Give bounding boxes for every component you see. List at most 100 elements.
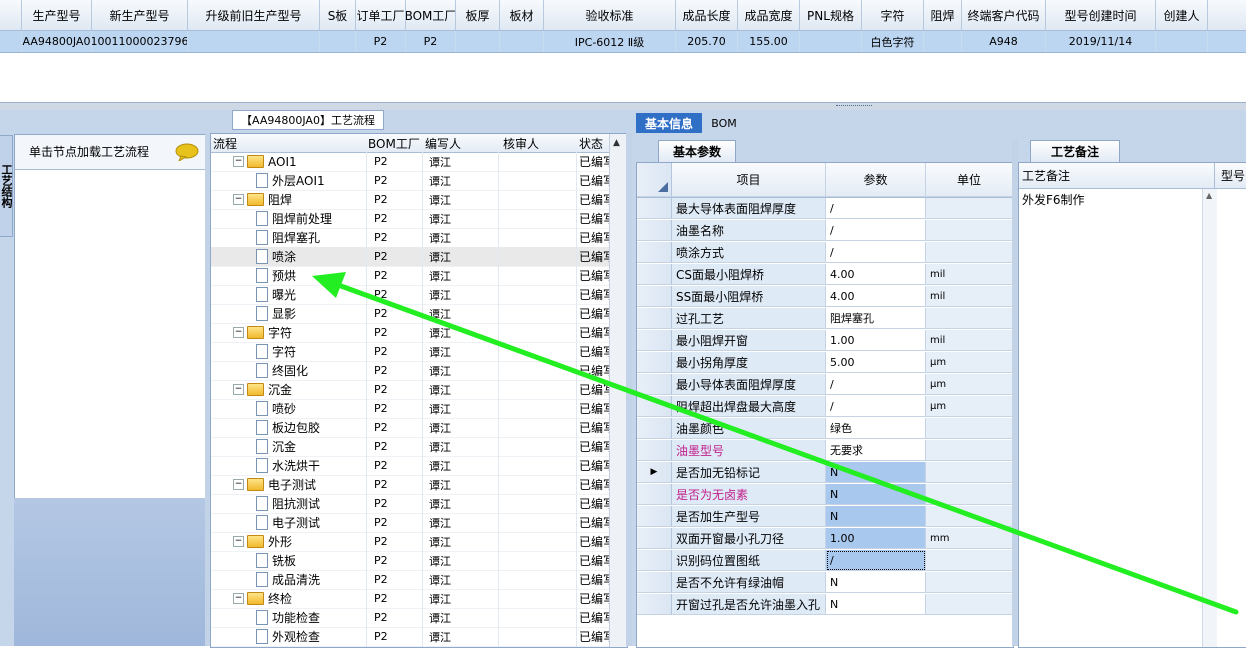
- tree-row[interactable]: 曝光 P2 谭江 已编写: [211, 285, 609, 305]
- tree-node[interactable]: 阻焊塞孔: [256, 228, 361, 247]
- tree-node[interactable]: 显影: [256, 304, 361, 323]
- tree-node[interactable]: − 沉金: [233, 380, 361, 399]
- params-row[interactable]: 最小拐角厚度 5.00 μm: [637, 352, 1013, 374]
- remark-grid[interactable]: 工艺备注 型号 外发F6制作 ▲: [1018, 162, 1246, 648]
- tree-node[interactable]: 曝光: [256, 285, 361, 304]
- params-row[interactable]: 最大导体表面阻焊厚度 /: [637, 198, 1013, 220]
- collapse-toggle-icon[interactable]: −: [233, 327, 244, 338]
- param-value-cell[interactable]: /: [826, 220, 926, 241]
- params-row[interactable]: 油墨颜色 绿色: [637, 418, 1013, 440]
- params-row[interactable]: 是否加生产型号 N: [637, 506, 1013, 528]
- param-value-cell[interactable]: 绿色: [826, 418, 926, 439]
- tree-node[interactable]: − 字符: [233, 323, 361, 342]
- column-header[interactable]: 验收标准: [544, 0, 676, 30]
- params-row[interactable]: 油墨型号 无要求: [637, 440, 1013, 462]
- param-value-cell[interactable]: N: [826, 594, 926, 615]
- params-row[interactable]: 油墨名称 /: [637, 220, 1013, 242]
- column-header[interactable]: 成品宽度: [738, 0, 800, 30]
- row-indicator[interactable]: [637, 506, 672, 527]
- tree-node[interactable]: − 阻焊: [233, 190, 361, 209]
- tree-row[interactable]: 阻焊前处理 P2 谭江 已编写: [211, 209, 609, 229]
- row-indicator[interactable]: [637, 440, 672, 461]
- tree-node[interactable]: 喷涂: [256, 247, 361, 266]
- tree-row[interactable]: 铣板 P2 谭江 已编写: [211, 551, 609, 571]
- tab-basic-info[interactable]: 基本信息: [636, 113, 702, 133]
- params-row[interactable]: SS面最小阻焊桥 4.00 mil: [637, 286, 1013, 308]
- param-value-cell[interactable]: 1.00: [826, 528, 926, 549]
- grid-cell[interactable]: P2: [406, 31, 456, 52]
- tab-bom[interactable]: BOM: [706, 113, 742, 133]
- grid-cell[interactable]: [320, 31, 356, 52]
- column-header[interactable]: S板: [320, 0, 356, 30]
- tree-node[interactable]: 成品清洗: [256, 570, 361, 589]
- tree-row[interactable]: 显影 P2 谭江 已编写: [211, 304, 609, 324]
- grid-cell[interactable]: 白色字符: [862, 31, 924, 52]
- tree-column-header[interactable]: BOM工厂: [368, 134, 422, 152]
- tree-node[interactable]: 板边包胶: [256, 418, 361, 437]
- remark-cell[interactable]: 外发F6制作: [1022, 191, 1085, 208]
- column-header[interactable]: 升级前旧生产型号: [188, 0, 320, 30]
- tree-node[interactable]: − 外形: [233, 532, 361, 551]
- row-indicator[interactable]: [0, 31, 22, 52]
- collapse-toggle-icon[interactable]: −: [233, 479, 244, 490]
- params-row[interactable]: 是否不允许有绿油帽 N: [637, 572, 1013, 594]
- params-row[interactable]: 阻焊超出焊盘最大高度 / μm: [637, 396, 1013, 418]
- tree-node[interactable]: 沉金: [256, 437, 361, 456]
- column-header[interactable]: 订单工厂: [356, 0, 406, 30]
- tree-row[interactable]: 水洗烘干 P2 谭江 已编写: [211, 456, 609, 476]
- tree-row[interactable]: 喷砂 P2 谭江 已编写: [211, 399, 609, 419]
- params-row[interactable]: 双面开窗最小孔刀径 1.00 mm: [637, 528, 1013, 550]
- params-column-header[interactable]: 参数: [826, 163, 926, 197]
- tree-node[interactable]: − 电子测试: [233, 475, 361, 494]
- tree-node[interactable]: 终固化: [256, 361, 361, 380]
- param-value-cell[interactable]: /: [826, 242, 926, 263]
- row-indicator[interactable]: [637, 330, 672, 351]
- param-value-cell[interactable]: N: [826, 506, 926, 527]
- row-indicator[interactable]: [637, 374, 672, 395]
- params-row[interactable]: 开窗过孔是否允许油墨入孔 N: [637, 594, 1013, 616]
- params-row[interactable]: 最小阻焊开窗 1.00 mil: [637, 330, 1013, 352]
- column-header[interactable]: 字符: [862, 0, 924, 30]
- row-indicator[interactable]: [637, 418, 672, 439]
- grid-cell[interactable]: [500, 31, 544, 52]
- grid-cell[interactable]: 205.70: [676, 31, 738, 52]
- param-value-cell[interactable]: /: [826, 374, 926, 395]
- params-row[interactable]: ▶ 是否加无铅标记 N: [637, 462, 1013, 484]
- tab-basic-params[interactable]: 基本参数: [658, 140, 736, 162]
- remark-scrollbar[interactable]: ▲: [1202, 189, 1217, 647]
- tree-row[interactable]: 喷涂 P2 谭江 已编写: [211, 247, 609, 267]
- tree-row[interactable]: 功能检查 P2 谭江 已编写: [211, 608, 609, 628]
- column-header[interactable]: 终端客户代码: [962, 0, 1046, 30]
- tree-row[interactable]: 电子测试 P2 谭江 已编写: [211, 513, 609, 533]
- tree-row[interactable]: 外观检查 P2 谭江 已编写: [211, 627, 609, 647]
- tree-node[interactable]: 阻抗测试: [256, 494, 361, 513]
- side-tab-process-structure[interactable]: 工艺结构: [0, 135, 13, 237]
- column-header[interactable]: 成品长度: [676, 0, 738, 30]
- column-header[interactable]: 阻焊: [924, 0, 962, 30]
- row-indicator[interactable]: [637, 528, 672, 549]
- params-row[interactable]: 最小导体表面阻焊厚度 / μm: [637, 374, 1013, 396]
- tree-row[interactable]: 成品清洗 P2 谭江 已编写: [211, 570, 609, 590]
- remark-column-header[interactable]: 工艺备注: [1019, 163, 1215, 188]
- column-header[interactable]: 创建人: [1156, 0, 1208, 30]
- column-header[interactable]: 板材: [500, 0, 544, 30]
- tree-row[interactable]: 沉金 P2 谭江 已编写: [211, 437, 609, 457]
- row-indicator[interactable]: [637, 308, 672, 329]
- tree-column-header[interactable]: 编写人: [425, 134, 495, 152]
- tab-process-remark[interactable]: 工艺备注: [1030, 140, 1120, 162]
- grid-cell[interactable]: [456, 31, 500, 52]
- row-indicator[interactable]: [637, 484, 672, 505]
- speech-bubble-icon[interactable]: [175, 143, 199, 161]
- params-row[interactable]: 识别码位置图纸 /: [637, 550, 1013, 572]
- tree-column-header[interactable]: 状态: [579, 134, 609, 152]
- grid-cell[interactable]: P2: [356, 31, 406, 52]
- param-value-cell[interactable]: 4.00: [826, 286, 926, 307]
- collapse-toggle-icon[interactable]: −: [233, 156, 244, 167]
- params-column-header[interactable]: 项目: [672, 163, 826, 197]
- model-column-header[interactable]: 型号: [1217, 163, 1246, 188]
- tree-row[interactable]: 板边包胶 P2 谭江 已编写: [211, 418, 609, 438]
- tree-node[interactable]: 喷砂: [256, 399, 361, 418]
- tree-row[interactable]: 预烘 P2 谭江 已编写: [211, 266, 609, 286]
- grid-cell[interactable]: [800, 31, 862, 52]
- grid-cell[interactable]: 155.00: [738, 31, 800, 52]
